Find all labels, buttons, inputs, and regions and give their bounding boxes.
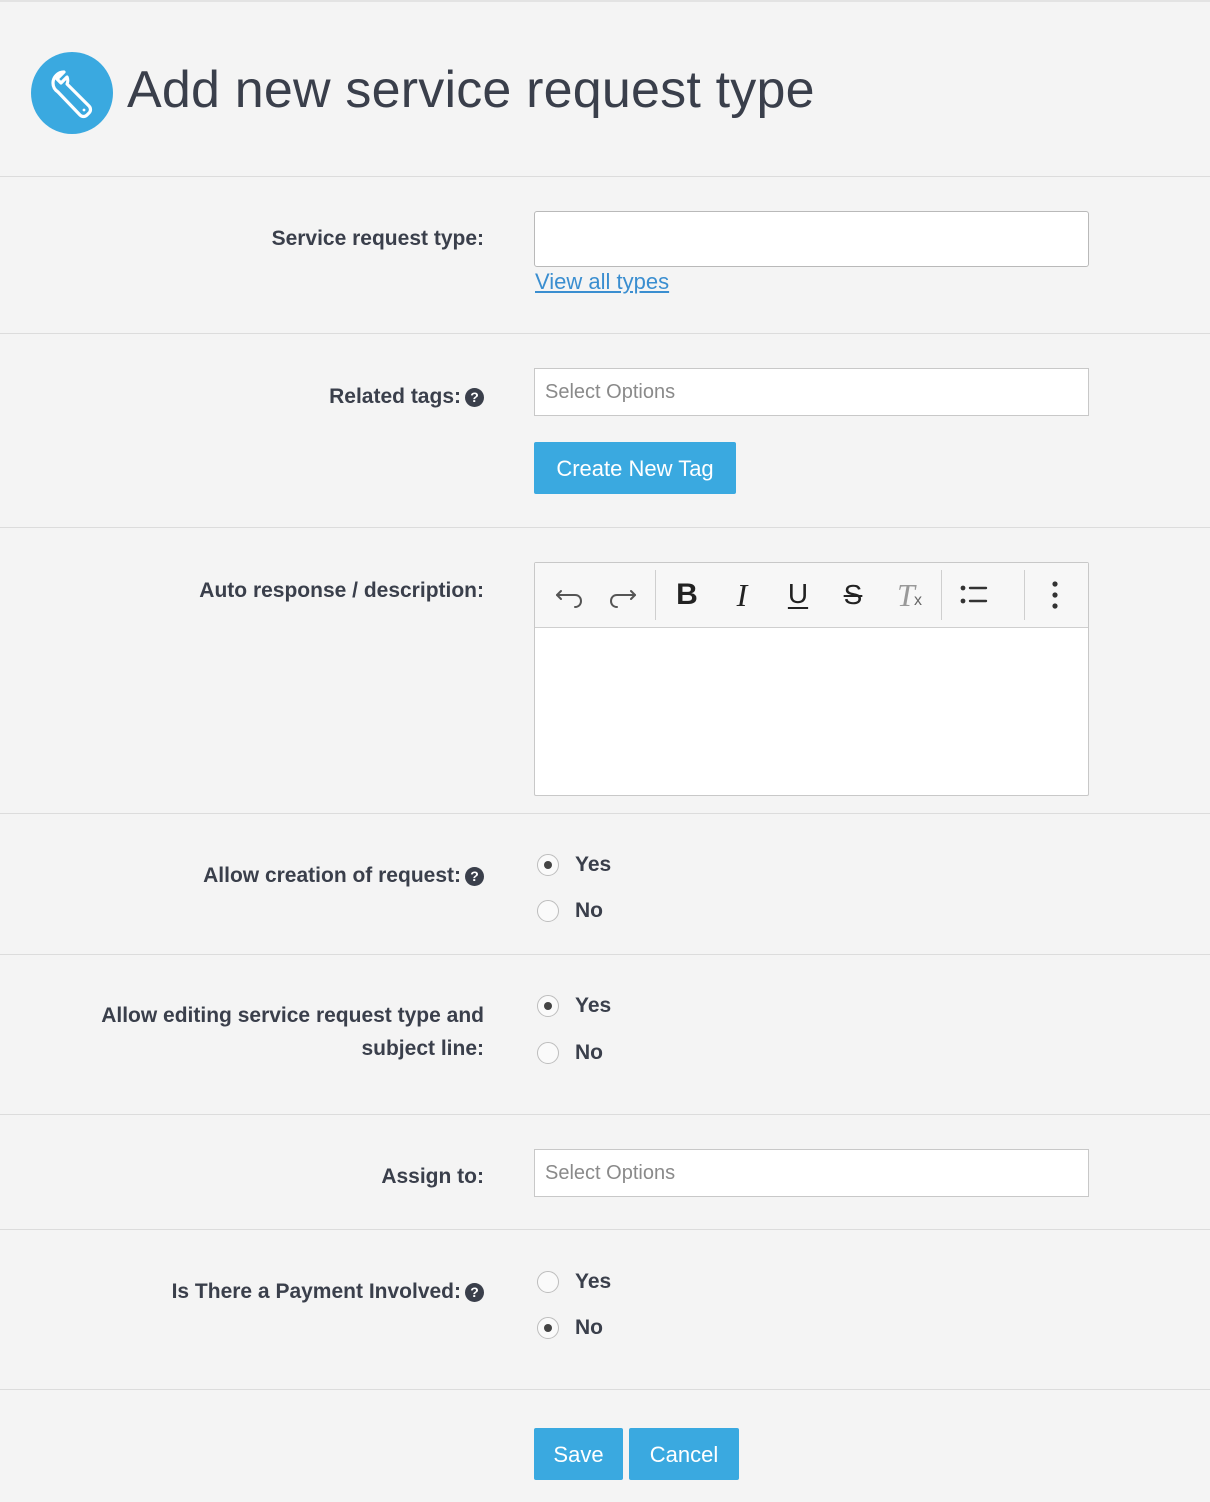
page-title: Add new service request type [127, 61, 815, 119]
strikethrough-icon[interactable]: S [835, 577, 871, 613]
assign-to-row: Assign to: Select Options [0, 1115, 1210, 1230]
assign-to-label: Assign to: [381, 1165, 484, 1188]
help-icon[interactable]: ? [465, 867, 484, 886]
clear-format-sub-glyph: x [914, 592, 922, 609]
allow-creation-label-wrap: Allow creation of request:? [203, 859, 484, 892]
radio-label: No [575, 1316, 603, 1339]
clear-format-icon[interactable]: T x [891, 577, 927, 613]
auto-response-label: Auto response / description: [199, 579, 484, 602]
editor-toolbar: B I U S T x [535, 563, 1088, 628]
auto-response-row: Auto response / description: B I U S T x [0, 528, 1210, 814]
service-request-type-input[interactable] [534, 211, 1089, 267]
radio-button[interactable] [537, 900, 559, 922]
allow-editing-label-line1: Allow editing service request type and [101, 1004, 484, 1027]
redo-icon[interactable] [605, 577, 641, 613]
editor-content-area[interactable] [535, 628, 1088, 795]
italic-icon[interactable]: I [724, 577, 760, 613]
rich-text-editor: B I U S T x [534, 562, 1089, 796]
more-options-icon[interactable] [1037, 577, 1073, 613]
cancel-button[interactable]: Cancel [629, 1428, 739, 1480]
view-all-types-link[interactable]: View all types [535, 269, 669, 295]
undo-icon[interactable] [551, 577, 587, 613]
bullet-list-icon[interactable] [955, 577, 991, 613]
save-button[interactable]: Save [534, 1428, 623, 1480]
help-icon[interactable]: ? [465, 1283, 484, 1302]
payment-row: Is There a Payment Involved:? Yes No [0, 1230, 1210, 1390]
toolbar-separator [1024, 570, 1025, 620]
allow-creation-label: Allow creation of request: [203, 864, 461, 887]
service-request-type-label: Service request type: [271, 227, 484, 250]
radio-button[interactable] [537, 1042, 559, 1064]
payment-label: Is There a Payment Involved: [171, 1280, 461, 1303]
allow-editing-label: Allow editing service request type and s… [101, 999, 484, 1065]
wrench-icon [31, 52, 113, 134]
page-header: Add new service request type [0, 2, 1210, 177]
radio-button[interactable] [537, 995, 559, 1017]
underline-icon[interactable]: U [780, 577, 816, 613]
service-request-type-row: Service request type: View all types [0, 177, 1210, 334]
radio-button[interactable] [537, 1271, 559, 1293]
radio-button[interactable] [537, 1317, 559, 1339]
help-icon[interactable]: ? [465, 388, 484, 407]
radio-label: Yes [575, 994, 612, 1017]
radio-label: No [575, 1041, 603, 1064]
toolbar-separator [655, 570, 656, 620]
radio-label: Yes [575, 1270, 612, 1293]
toolbar-separator [941, 570, 942, 620]
create-new-tag-button[interactable]: Create New Tag [534, 442, 736, 494]
assign-to-select[interactable]: Select Options [534, 1149, 1089, 1197]
bold-icon[interactable]: B [669, 577, 705, 613]
related-tags-row: Related tags:? Select Options Create New… [0, 334, 1210, 528]
related-tags-select[interactable]: Select Options [534, 368, 1089, 416]
related-tags-label: Related tags: [329, 385, 461, 408]
radio-button[interactable] [537, 854, 559, 876]
payment-label-wrap: Is There a Payment Involved:? [172, 1275, 484, 1308]
radio-label: Yes [575, 853, 612, 876]
radio-label: No [575, 899, 603, 922]
clear-format-glyph: T [897, 577, 915, 613]
related-tags-label-wrap: Related tags:? [329, 380, 484, 413]
allow-editing-row: Allow editing service request type and s… [0, 955, 1210, 1115]
allow-creation-row: Allow creation of request:? Yes No [0, 814, 1210, 955]
allow-editing-label-line2: subject line: [361, 1037, 484, 1060]
